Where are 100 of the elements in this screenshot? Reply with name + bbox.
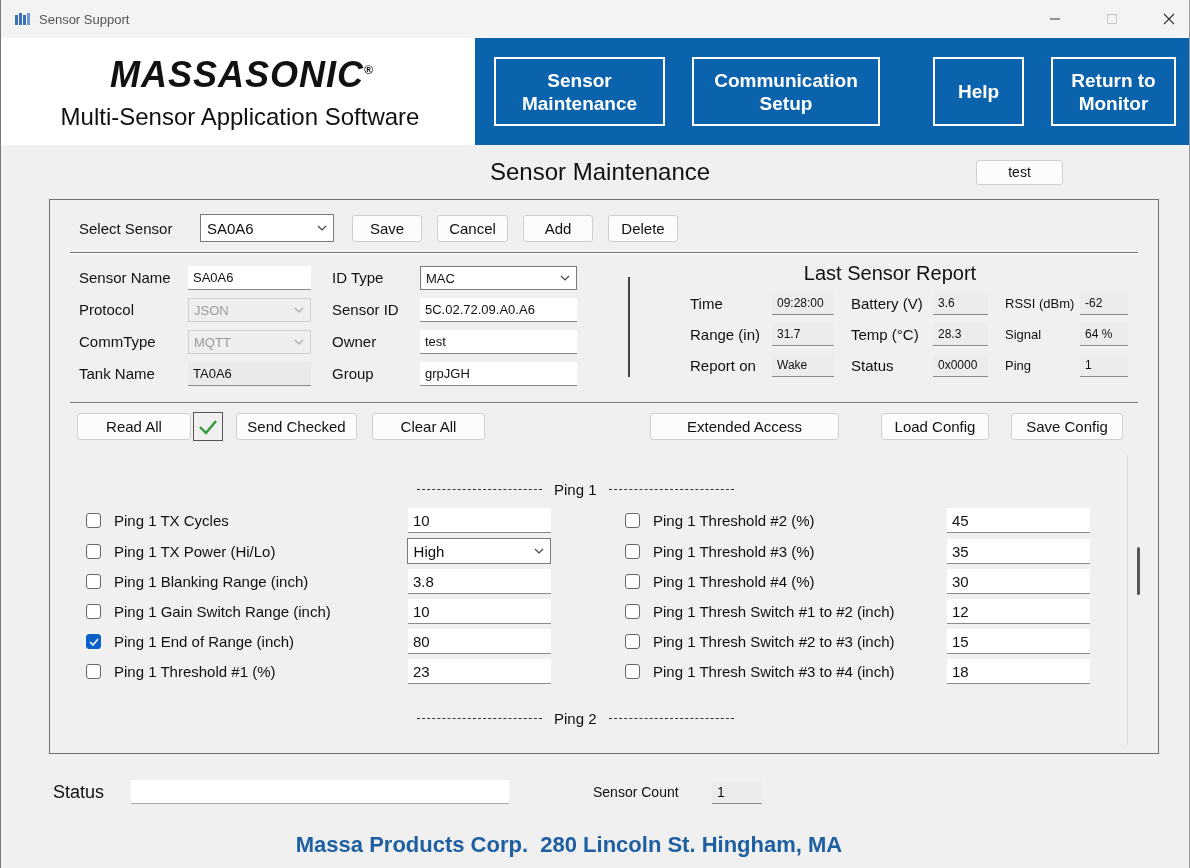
- field-label: Select Sensor: [79, 219, 174, 237]
- setting-label: Ping 1 Threshold #4 (%): [653, 573, 815, 590]
- readonly-field: Wake: [772, 354, 834, 377]
- dropdown[interactable]: MAC: [420, 266, 577, 290]
- readonly-field: 1: [712, 780, 762, 804]
- setting-label: Ping 1 Threshold #2 (%): [653, 512, 815, 529]
- toolbar-button[interactable]: Extended Access: [650, 413, 839, 440]
- field-label: Tank Name: [79, 364, 156, 384]
- section-title: Ping 1: [554, 480, 597, 498]
- field-label: Sensor ID: [331, 300, 400, 320]
- text-field[interactable]: 45: [947, 508, 1090, 533]
- setting-label: Ping 1 Threshold #3 (%): [653, 542, 815, 560]
- app-subtitle: Multi-Sensor Application Software: [59, 103, 420, 131]
- section-title: Last Sensor Report: [802, 262, 978, 286]
- toolbar-button[interactable]: Clear All: [372, 413, 485, 440]
- checkbox[interactable]: [625, 574, 640, 589]
- chevron-down-icon: [294, 307, 304, 313]
- checkbox[interactable]: [625, 513, 640, 528]
- text-field[interactable]: 10: [408, 599, 551, 624]
- nav-button[interactable]: Help: [933, 57, 1024, 126]
- nav-button[interactable]: Sensor Maintenance: [494, 57, 665, 126]
- text-field[interactable]: 35: [947, 538, 1090, 564]
- text-field[interactable]: grpJGH: [420, 362, 577, 386]
- check-button[interactable]: [193, 412, 223, 441]
- text-field[interactable]: 18: [947, 659, 1090, 684]
- field-label: Time: [690, 294, 724, 314]
- setting-label: Ping 1 Gain Switch Range (inch): [114, 603, 331, 620]
- status-label: Status: [53, 781, 106, 803]
- text-field[interactable]: 80: [408, 629, 551, 654]
- toolbar-button[interactable]: Send Checked: [236, 413, 357, 440]
- footer-text: Massa Products Corp. 280 Lincoln St. Hingham, MA: [294, 832, 844, 858]
- field-label: Temp (°C): [850, 325, 920, 345]
- text-field[interactable]: 23: [408, 659, 551, 684]
- text-field[interactable]: SA0A6: [188, 266, 311, 290]
- setting-label: Ping 1 TX Power (Hi/Lo): [114, 542, 276, 560]
- toolbar-button[interactable]: Save Config: [1011, 413, 1123, 440]
- action-button[interactable]: Add: [523, 214, 593, 242]
- text-field[interactable]: test: [420, 330, 577, 354]
- readonly-field: 0x0000: [933, 354, 988, 377]
- chevron-down-icon: [534, 548, 544, 554]
- readonly-field: -62: [1080, 292, 1128, 315]
- text-field[interactable]: 12: [947, 599, 1090, 624]
- action-button[interactable]: Delete: [608, 214, 678, 242]
- checkbox[interactable]: [86, 604, 101, 619]
- window-title: Sensor Support: [39, 11, 130, 27]
- field-label: Sensor Count: [593, 784, 680, 800]
- field-label: Protocol: [79, 300, 136, 320]
- field-label: Report on: [690, 356, 757, 376]
- text-field[interactable]: 30: [947, 569, 1090, 594]
- chevron-down-icon: [560, 275, 570, 281]
- chevron-down-icon: [294, 339, 304, 345]
- app-icon: [15, 13, 31, 25]
- toolbar-button[interactable]: Load Config: [881, 413, 989, 440]
- checkbox[interactable]: [86, 664, 101, 679]
- field-label: RSSI (dBm): [1004, 295, 1076, 313]
- readonly-field: 1: [1080, 354, 1128, 377]
- field-label: Range (in): [690, 325, 762, 345]
- user-button[interactable]: test: [976, 159, 1063, 185]
- dropdown[interactable]: SA0A6: [200, 214, 334, 242]
- readonly-field: 31.7: [772, 323, 834, 346]
- text-field[interactable]: 10: [408, 508, 551, 533]
- checkbox[interactable]: [86, 543, 101, 559]
- setting-label: Ping 1 Thresh Switch #1 to #2 (inch): [653, 603, 895, 620]
- action-button[interactable]: Cancel: [437, 214, 508, 242]
- readonly-field: 28.3: [933, 323, 988, 346]
- field-label: Battery (V): [850, 294, 924, 314]
- setting-label: Ping 1 Blanking Range (inch): [114, 573, 309, 590]
- field-label: Ping: [1004, 357, 1033, 375]
- readonly-field: 3.6: [933, 292, 988, 315]
- nav-button[interactable]: Communication Setup: [692, 57, 880, 126]
- checkbox[interactable]: [625, 634, 640, 649]
- checkbox[interactable]: [625, 664, 640, 679]
- checkbox[interactable]: [86, 574, 101, 589]
- dropdown[interactable]: High: [406, 538, 551, 564]
- field-label: ID Type: [331, 268, 385, 288]
- text-field[interactable]: 5C.02.72.09.A0.A6: [420, 298, 577, 322]
- checkbox[interactable]: [86, 634, 101, 649]
- chevron-down-icon: [317, 225, 327, 231]
- field-label: Signal: [1004, 326, 1043, 344]
- check-icon: [198, 418, 218, 435]
- checkbox[interactable]: [86, 513, 101, 528]
- text-field[interactable]: 15: [947, 629, 1090, 654]
- readonly-field: 09:28:00: [772, 292, 834, 315]
- logo: MASSASONIC$^{®}$: [110, 53, 374, 95]
- readonly-field: TA0A6: [188, 362, 311, 386]
- page-title: Sensor Maintenance: [490, 158, 712, 186]
- field-label: Owner: [331, 332, 378, 352]
- toolbar-button[interactable]: Read All: [77, 413, 191, 440]
- nav-button[interactable]: Return to Monitor: [1051, 57, 1176, 126]
- checkbox[interactable]: [625, 604, 640, 619]
- text-field[interactable]: 3.8: [408, 569, 551, 594]
- checkbox[interactable]: [625, 543, 640, 559]
- setting-label: Ping 1 Threshold #1 (%): [114, 663, 276, 680]
- section-title: Ping 2: [554, 709, 597, 727]
- setting-label: Ping 1 TX Cycles: [114, 512, 229, 529]
- close-icon: [1163, 13, 1175, 25]
- action-button[interactable]: Save: [352, 214, 422, 242]
- scrollbar-thumb[interactable]: [1137, 547, 1141, 595]
- readonly-field: 64 %: [1080, 323, 1128, 346]
- field-label: CommType: [79, 332, 157, 352]
